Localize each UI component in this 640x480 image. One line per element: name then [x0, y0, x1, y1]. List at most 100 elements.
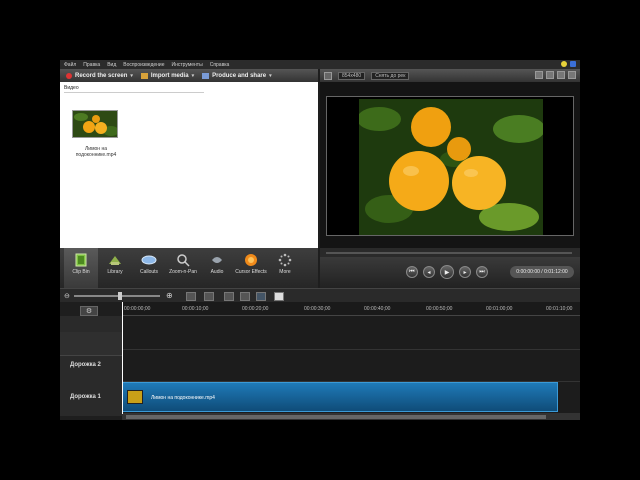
menu-bar: Файл Правка Вид Воспроизведение Инструме…	[60, 60, 580, 69]
video-frame[interactable]	[326, 96, 574, 236]
tab-label: Zoom-n-Pan	[169, 269, 197, 275]
ruler-tick: 00:01:10;00	[546, 306, 573, 312]
copy-icon[interactable]	[256, 292, 266, 301]
import-icon	[140, 72, 148, 79]
record-icon	[66, 72, 72, 79]
tab-library[interactable]: Library	[98, 248, 132, 288]
clip-thumbnail[interactable]	[72, 110, 118, 138]
preview-buttons	[535, 71, 576, 79]
menu-tools[interactable]: Инструменты	[172, 62, 203, 68]
window-controls	[561, 61, 576, 67]
import-label: Import media	[150, 72, 189, 79]
ruler-tick: 00:01:00;00	[486, 306, 513, 312]
menu-play[interactable]: Воспроизведение	[123, 62, 164, 68]
detach-icon[interactable]	[557, 71, 565, 79]
tab-more[interactable]: More	[268, 248, 302, 288]
clip-bin-panel: Видео Лимон на подоконнике.mp4	[60, 82, 318, 248]
cut-icon[interactable]	[224, 292, 234, 301]
scrub-track	[326, 252, 572, 254]
tab-clip-bin[interactable]: Clip Bin	[64, 248, 98, 288]
clip-thumb-icon	[127, 390, 143, 404]
callout-icon	[141, 253, 157, 267]
redo-icon[interactable]	[204, 292, 214, 301]
tab-label: Audio	[210, 269, 224, 275]
clip-name: Лимон на подоконнике.mp4	[75, 146, 117, 158]
bin-header: Видео	[64, 85, 79, 91]
preview-toolbar: 854x480 Снять до рeк	[320, 69, 580, 82]
timeline-ruler[interactable]: 00:00:00;00 00:00:10;00 00:00:20;00 00:0…	[122, 302, 580, 316]
magnifier-icon	[175, 253, 191, 267]
tab-label: Library	[107, 269, 123, 275]
resolution-dropdown[interactable]: 854x480	[338, 71, 366, 80]
preview-scrubber[interactable]	[320, 248, 580, 257]
split-icon[interactable]	[240, 292, 250, 301]
tab-callouts[interactable]: Callouts	[132, 248, 166, 288]
tab-audio[interactable]: Audio	[200, 248, 234, 288]
playhead[interactable]	[122, 302, 123, 414]
chevron-down-icon: ▾	[130, 72, 133, 79]
ruler-tick: 00:00:50;00	[426, 306, 453, 312]
step-back-icon[interactable]: ◂	[423, 266, 435, 278]
audio-icon	[209, 253, 225, 267]
skip-back-icon[interactable]: ⏮	[406, 266, 418, 278]
time-display: 0:00:00:00 / 0:01:12:00	[510, 266, 574, 278]
timeline-scrollbar[interactable]	[122, 414, 580, 420]
tab-label: Cursor Effects	[235, 269, 267, 275]
menu-help[interactable]: Справка	[210, 62, 230, 68]
zoom-slider-handle[interactable]	[118, 292, 122, 300]
playback-controls: ⏮ ◂ ▶ ▸ ⏭ 0:00:00:00 / 0:01:12:00	[320, 257, 580, 288]
timeline-toolbar: ⊖ ⊕	[60, 288, 580, 302]
record-screen-button[interactable]: Record the screen ▾	[66, 72, 133, 79]
tool-tabs: Clip Bin Library Callouts Zoom-n-Pan Aud…	[60, 248, 318, 288]
tab-zoom-n-pan[interactable]: Zoom-n-Pan	[166, 248, 200, 288]
fullscreen-icon[interactable]	[568, 71, 576, 79]
produce-icon	[202, 72, 210, 79]
crop-icon[interactable]	[535, 71, 543, 79]
track-lane-empty[interactable]	[122, 316, 580, 350]
menu-view[interactable]: Вид	[107, 62, 116, 68]
produce-label: Produce and share	[212, 72, 267, 79]
track-1-label[interactable]: Дорожка 1	[70, 394, 101, 400]
zoom-out-icon[interactable]: ⊖	[64, 292, 70, 300]
chevron-down-icon: ▾	[269, 72, 272, 79]
zoom-slider[interactable]	[74, 295, 160, 297]
import-media-button[interactable]: Import media ▾	[140, 72, 195, 79]
record-label: Record the screen	[75, 72, 128, 79]
fit-dropdown[interactable]: Снять до рeк	[371, 71, 410, 80]
preview-canvas	[320, 82, 580, 248]
play-icon[interactable]: ▶	[440, 265, 454, 279]
film-icon	[73, 253, 89, 267]
tab-label: More	[279, 269, 291, 275]
library-icon	[107, 253, 123, 267]
chevron-down-icon: ▾	[191, 72, 195, 79]
track-header-empty	[60, 332, 122, 356]
ruler-tick: 00:00:40;00	[364, 306, 391, 312]
menu-edit[interactable]: Правка	[83, 62, 100, 68]
tab-cursor-effects[interactable]: Cursor Effects	[234, 248, 268, 288]
track-lane-2[interactable]	[122, 350, 580, 382]
zoom-in-icon[interactable]: ⊕	[166, 291, 173, 300]
ruler-tick: 00:00:20;00	[242, 306, 269, 312]
paste-icon[interactable]	[274, 292, 284, 301]
produce-share-button[interactable]: Produce and share ▾	[202, 72, 272, 79]
track-2-label[interactable]: Дорожка 2	[70, 362, 101, 368]
bulb-icon[interactable]	[561, 61, 567, 67]
tab-label: Clip Bin	[72, 269, 90, 275]
skip-forward-icon[interactable]: ⏭	[476, 266, 488, 278]
ruler-tick: 00:00:00;00	[124, 306, 151, 312]
scrollbar-thumb[interactable]	[126, 415, 546, 419]
step-forward-icon[interactable]: ▸	[459, 266, 471, 278]
timeline-clip[interactable]: Лимон на подоконнике.mp4	[122, 382, 558, 412]
more-icon	[277, 253, 293, 267]
divider	[64, 92, 204, 93]
help-icon[interactable]	[570, 61, 576, 67]
menu-file[interactable]: Файл	[64, 62, 76, 68]
ruler-tick: 00:00:10;00	[182, 306, 209, 312]
pan-icon[interactable]	[546, 71, 554, 79]
tab-label: Callouts	[139, 269, 159, 275]
main-toolbar: Record the screen ▾ Import media ▾ Produ…	[60, 69, 318, 82]
track-header-column: Дорожка 2 Дорожка 1	[60, 316, 122, 416]
timeline-settings-icon[interactable]: ⚙	[80, 306, 98, 316]
undo-icon[interactable]	[186, 292, 196, 301]
undock-icon[interactable]	[324, 71, 332, 80]
